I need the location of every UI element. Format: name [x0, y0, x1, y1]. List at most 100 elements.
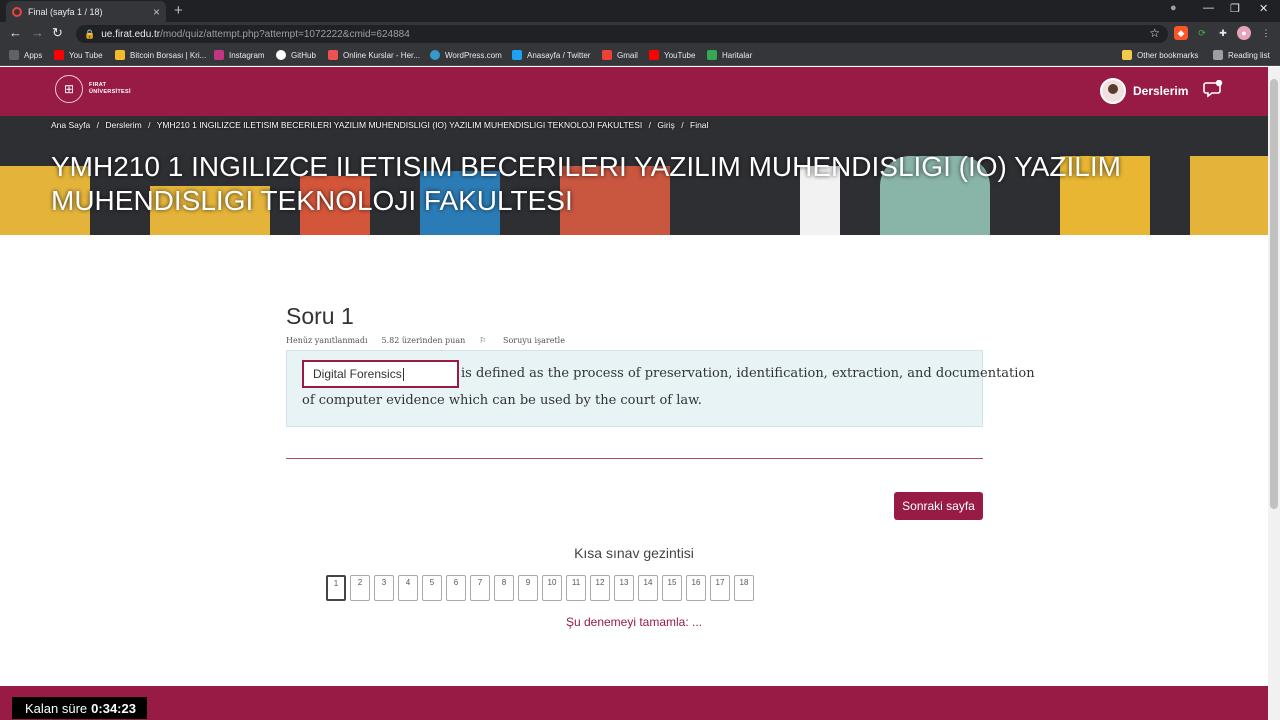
browser-tab[interactable]: Final (sayfa 1 / 18) ×: [6, 1, 166, 22]
folder-icon: [1122, 50, 1132, 60]
bookmark-wordpress[interactable]: WordPress.com: [430, 50, 502, 60]
url-domain: ue.firat.edu.tr: [101, 28, 161, 40]
question-text-line-1: is defined as the process of preservatio…: [461, 366, 1035, 381]
bookmark-twitter[interactable]: Anasayfa / Twitter: [512, 50, 590, 60]
bookmarks-bar: Apps You Tube Bitcoin Borsası | Kri... I…: [0, 46, 1280, 66]
forward-icon[interactable]: →: [31, 25, 44, 40]
reading-list-icon: [1213, 50, 1223, 60]
site-navbar: ⊞ FIRAT ÜNİVERSİTESİ Derslerim: [0, 67, 1268, 116]
user-menu-label: Derslerim: [1133, 84, 1189, 98]
quiz-nav-page-2[interactable]: 2: [350, 575, 370, 601]
wordpress-icon: [430, 50, 440, 60]
quiz-nav-grid: 1 2 3 4 5 6 7 8 9 10 11 12 13 14 15 16 1…: [326, 575, 758, 601]
quiz-nav-page-11[interactable]: 11: [566, 575, 586, 601]
flag-icon: ⚐: [479, 336, 489, 345]
quiz-nav-page-5[interactable]: 5: [422, 575, 442, 601]
reading-list[interactable]: Reading list: [1213, 50, 1270, 60]
gmail-icon: [602, 50, 612, 60]
page-footer: [0, 686, 1268, 720]
apps-grid-icon: [9, 50, 19, 60]
breadcrumb: Ana Sayfa / Derslerim / YMH210 1 INGILIZ…: [51, 120, 709, 130]
bookmark-apps[interactable]: Apps: [9, 50, 42, 60]
close-window-icon[interactable]: ✕: [1259, 2, 1268, 15]
quiz-nav-page-13[interactable]: 13: [614, 575, 634, 601]
finish-attempt-link[interactable]: Şu denemeyi tamamla: ...: [0, 615, 1268, 629]
messages-icon[interactable]: [1203, 80, 1223, 98]
binance-icon: [115, 50, 125, 60]
page-scrollbar[interactable]: [1268, 67, 1280, 720]
quiz-nav-page-3[interactable]: 3: [374, 575, 394, 601]
breadcrumb-final[interactable]: Final: [690, 120, 708, 130]
quiz-nav-page-15[interactable]: 15: [662, 575, 682, 601]
question-heading: Soru 1: [286, 303, 354, 329]
logo-line-1: FIRAT: [89, 81, 107, 88]
university-logo[interactable]: ⊞ FIRAT ÜNİVERSİTESİ: [55, 75, 131, 103]
bookmark-online-kurslar[interactable]: Online Kurslar - Her...: [328, 50, 420, 60]
maps-icon: [707, 50, 717, 60]
quiz-nav-page-14[interactable]: 14: [638, 575, 658, 601]
scrollbar-thumb[interactable]: [1270, 79, 1278, 509]
bookmark-maps[interactable]: Haritalar: [707, 50, 752, 60]
url-bar[interactable]: 🔒 ue.firat.edu.tr /mod/quiz/attempt.php?…: [76, 25, 1168, 43]
maximize-icon[interactable]: ❐: [1230, 2, 1240, 15]
quiz-nav-page-16[interactable]: 16: [686, 575, 706, 601]
answer-input[interactable]: Digital Forensics: [302, 360, 459, 388]
quiz-nav-page-17[interactable]: 17: [710, 575, 730, 601]
university-seal-icon: ⊞: [55, 75, 83, 103]
quiz-nav-page-10[interactable]: 10: [542, 575, 562, 601]
browser-menu-icon[interactable]: ⋮: [1259, 26, 1273, 40]
quiz-nav-page-6[interactable]: 6: [446, 575, 466, 601]
bookmark-bitcoin[interactable]: Bitcoin Borsası | Kri...: [115, 50, 206, 60]
quiz-nav-page-7[interactable]: 7: [470, 575, 490, 601]
next-page-button[interactable]: Sonraki sayfa: [894, 492, 983, 520]
quiz-nav-page-9[interactable]: 9: [518, 575, 538, 601]
course-banner: Ana Sayfa / Derslerim / YMH210 1 INGILIZ…: [0, 116, 1268, 235]
profile-icon[interactable]: ●: [1237, 26, 1251, 40]
brave-extension-icon[interactable]: ◆: [1174, 26, 1188, 40]
udemy-icon: [328, 50, 338, 60]
timer-label: Kalan süre: [25, 700, 88, 716]
url-path: /mod/quiz/attempt.php?attempt=1072222&cm…: [160, 28, 410, 40]
bookmark-youtube-1[interactable]: You Tube: [54, 50, 103, 60]
twitter-icon: [512, 50, 522, 60]
time-remaining: Kalan süre 0:34:23: [12, 697, 147, 719]
banner-decoration: [1190, 156, 1268, 235]
quiz-nav-page-18[interactable]: 18: [734, 575, 754, 601]
quiz-nav-page-8[interactable]: 8: [494, 575, 514, 601]
bookmark-gmail[interactable]: Gmail: [602, 50, 638, 60]
timer-value: 0:34:23: [91, 700, 136, 716]
breadcrumb-section[interactable]: Giriş: [657, 120, 674, 130]
flag-question[interactable]: ⚐ Soruyu işaretle: [479, 336, 579, 345]
breadcrumb-my-courses[interactable]: Derslerim: [105, 120, 141, 130]
logo-line-2: ÜNİVERSİTESİ: [89, 89, 131, 95]
minimize-icon[interactable]: —: [1203, 2, 1214, 14]
extension-icon[interactable]: ⟳: [1195, 26, 1209, 40]
question-points: 5.82 üzerinden puan: [381, 336, 466, 345]
quiz-nav-page-12[interactable]: 12: [590, 575, 610, 601]
site-favicon-icon: [12, 6, 22, 17]
instagram-icon: [214, 50, 224, 60]
bookmark-instagram[interactable]: Instagram: [214, 50, 265, 60]
quiz-nav-title: Kısa sınav gezintisi: [574, 545, 694, 561]
new-tab-icon[interactable]: +: [174, 2, 183, 19]
bookmark-star-icon[interactable]: ☆: [1149, 26, 1160, 40]
course-title: YMH210 1 INGILIZCE ILETISIM BECERILERI Y…: [51, 151, 1121, 216]
avatar: [1100, 78, 1126, 104]
other-bookmarks[interactable]: Other bookmarks: [1122, 50, 1198, 60]
question-status: Henüz yanıtlanmadı: [286, 336, 368, 345]
youtube-icon: [649, 50, 659, 60]
quiz-nav-page-1[interactable]: 1: [326, 575, 346, 601]
breadcrumb-course[interactable]: YMH210 1 INGILIZCE ILETISIM BECERILERI Y…: [157, 120, 643, 130]
text-cursor: [402, 367, 404, 381]
bookmark-youtube-2[interactable]: YouTube: [649, 50, 695, 60]
breadcrumb-home[interactable]: Ana Sayfa: [51, 120, 90, 130]
user-menu[interactable]: Derslerim: [1100, 78, 1188, 104]
close-tab-icon[interactable]: ×: [153, 5, 160, 19]
tab-search-icon[interactable]: ●: [1170, 2, 1177, 14]
reload-icon[interactable]: ↻: [52, 25, 63, 41]
bookmark-github[interactable]: GitHub: [276, 50, 316, 60]
github-icon: [276, 50, 286, 60]
back-icon[interactable]: ←: [9, 25, 22, 40]
quiz-nav-page-4[interactable]: 4: [398, 575, 418, 601]
extensions-puzzle-icon[interactable]: ✚: [1216, 26, 1230, 40]
